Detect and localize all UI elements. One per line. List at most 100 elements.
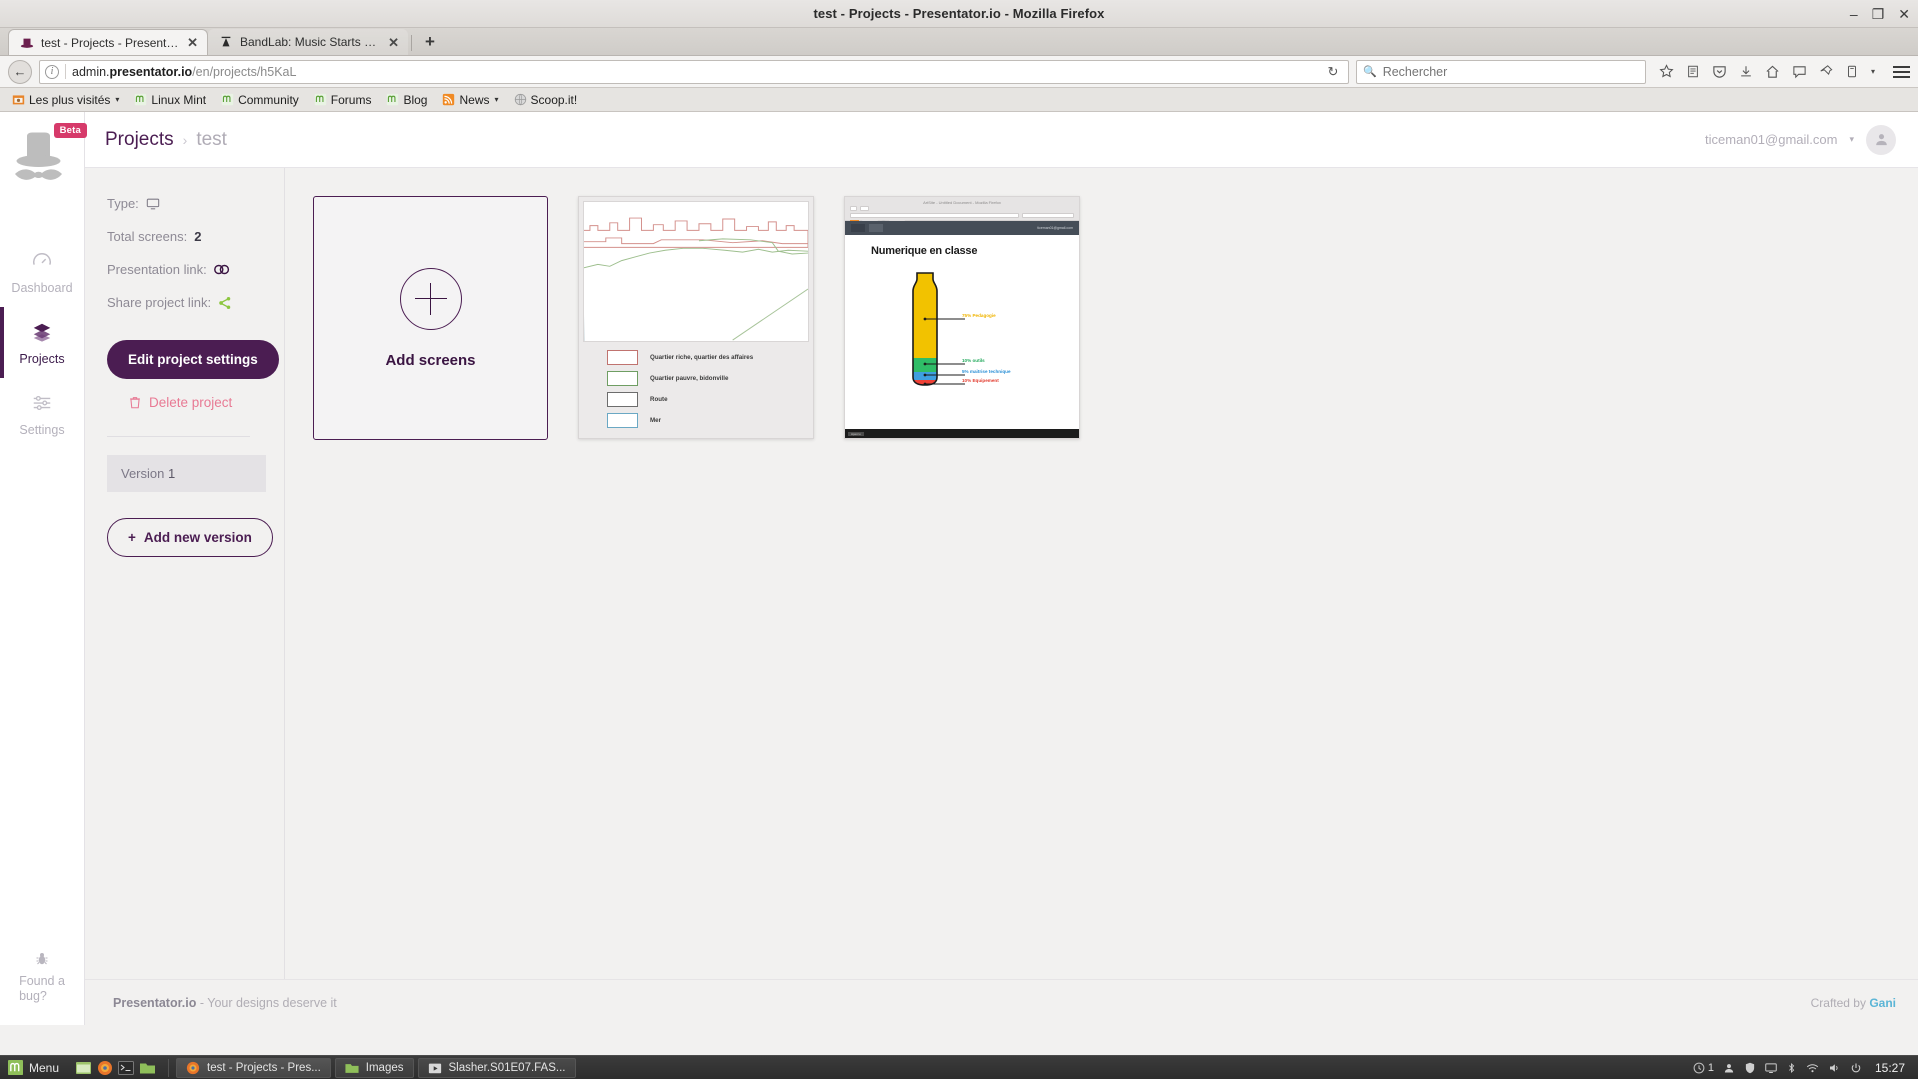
reload-icon[interactable]: ↻: [1323, 64, 1343, 80]
screen-thumbnail-map[interactable]: Quartier riche, quartier des affaires Qu…: [578, 196, 814, 439]
files-icon[interactable]: [139, 1060, 156, 1076]
user-icon[interactable]: [1723, 1062, 1735, 1074]
sidebar-item-settings[interactable]: Settings: [0, 378, 84, 449]
add-new-version-label: Add new version: [143, 530, 252, 545]
footer-credit-prefix: Crafted by: [1810, 995, 1866, 1010]
bookmark-most-visited[interactable]: Les plus visités ▾: [6, 91, 125, 109]
thumb-searchbar: [1022, 213, 1074, 218]
edit-project-settings-button[interactable]: Edit project settings: [107, 340, 279, 379]
legend-label: Mer: [650, 417, 662, 424]
breadcrumb-separator: ›: [182, 131, 188, 148]
screen-thumbnail-bottle[interactable]: ArtSite - Untitled Document - Mozilla Fi…: [844, 196, 1080, 439]
type-label: Type:: [107, 196, 139, 211]
breadcrumb-projects[interactable]: Projects: [105, 129, 174, 151]
bookmark-linux-mint[interactable]: Linux Mint: [128, 91, 212, 109]
download-icon[interactable]: [1739, 64, 1753, 79]
presentator-logo[interactable]: Beta: [9, 123, 87, 188]
bottle-infographic: 75% Pedagogie 10% outils 5% maitrise tec…: [845, 263, 1079, 391]
system-taskbar: Menu test - Projects - Pres... Images Sl…: [0, 1055, 1918, 1079]
display-icon[interactable]: [1765, 1062, 1777, 1074]
network-icon[interactable]: [1806, 1062, 1819, 1074]
user-email[interactable]: ticeman01@gmail.com: [1705, 132, 1837, 147]
console-icon[interactable]: [118, 1060, 135, 1076]
bookmark-scoopit[interactable]: Scoop.it!: [508, 91, 584, 109]
start-menu-button[interactable]: Menu: [5, 1060, 66, 1075]
close-button[interactable]: ✕: [1898, 7, 1910, 21]
chat-icon[interactable]: [1792, 64, 1807, 79]
legend-item: Quartier pauvre, bidonville: [607, 371, 809, 386]
bookmark-news[interactable]: News ▾: [436, 91, 504, 109]
tray-updates[interactable]: 1: [1693, 1062, 1714, 1074]
delete-project-button[interactable]: Delete project: [107, 395, 284, 410]
thumb-tab: [850, 206, 857, 211]
taskbar-clock[interactable]: 15:27: [1871, 1061, 1905, 1075]
chevron-down-icon: ▾: [115, 95, 120, 104]
search-bar[interactable]: 🔍: [1355, 59, 1646, 84]
maximize-button[interactable]: ❐: [1872, 7, 1885, 21]
chain-link-icon[interactable]: [213, 263, 230, 276]
tab-1[interactable]: BandLab: Music Starts H... ✕: [208, 29, 408, 55]
search-input[interactable]: [1382, 64, 1639, 79]
chevron-down-icon[interactable]: ▾: [1871, 67, 1875, 76]
beta-badge: Beta: [53, 123, 87, 138]
bookmark-label: Forums: [330, 92, 372, 107]
app-sidebar: Beta Dashboard Projects Settings Found a…: [0, 112, 87, 1025]
app-footer: Presentator.io - Your designs deserve it…: [85, 979, 1918, 1025]
desktop-monitor-icon: [146, 198, 160, 209]
sync-icon[interactable]: [1845, 64, 1859, 79]
back-button-icon[interactable]: ←: [8, 59, 32, 84]
version-item[interactable]: Version 1: [107, 455, 266, 492]
url-divider: [65, 64, 66, 79]
volume-icon[interactable]: [1828, 1062, 1841, 1074]
taskbar-task-images[interactable]: Images: [334, 1057, 414, 1078]
footer-credit: Crafted by Gani: [1811, 996, 1896, 1010]
terminal-icon[interactable]: [75, 1060, 92, 1076]
share-icon[interactable]: [218, 296, 232, 310]
sidebar-item-dashboard[interactable]: Dashboard: [0, 236, 84, 307]
add-screens-card[interactable]: Add screens: [313, 196, 548, 440]
url-prefix: admin.: [72, 64, 110, 79]
add-screens-label: Add screens: [385, 351, 476, 369]
minimize-button[interactable]: –: [1850, 7, 1858, 21]
thumb-nav-item: [851, 224, 865, 232]
tab-close-icon[interactable]: ✕: [187, 36, 198, 49]
avatar[interactable]: [1866, 124, 1896, 155]
pocket-icon[interactable]: [1712, 64, 1727, 79]
firefox-icon[interactable]: [97, 1060, 113, 1076]
reader-icon[interactable]: [1686, 64, 1700, 79]
power-icon[interactable]: [1850, 1062, 1862, 1074]
tab-0[interactable]: test - Projects - Presentat... ✕: [8, 29, 208, 55]
annotation-pedagogie: 75% Pedagogie: [962, 313, 996, 318]
screens-grid: Add screens Quartier riche, quartier des…: [285, 168, 1918, 979]
thumb-app-navbar: ticeman01@gmail.com: [845, 221, 1079, 235]
map-legend: Quartier riche, quartier des affaires Qu…: [583, 342, 809, 434]
taskbar-divider: [168, 1058, 170, 1077]
taskbar-task-video[interactable]: Slasher.S01E07.FAS...: [417, 1057, 576, 1078]
panel-divider: [107, 436, 250, 437]
taskbar-task-firefox[interactable]: test - Projects - Pres...: [176, 1057, 331, 1078]
chevron-down-icon[interactable]: ▾: [1849, 134, 1854, 145]
found-a-bug-link[interactable]: Found a bug?: [0, 951, 84, 1003]
shield-icon[interactable]: [1744, 1062, 1756, 1074]
bookmark-community[interactable]: Community: [215, 91, 305, 109]
bookmark-label: Les plus visités: [29, 92, 111, 107]
add-new-version-button[interactable]: + Add new version: [107, 518, 273, 557]
bluetooth-icon[interactable]: [1786, 1062, 1797, 1074]
legend-item: Mer: [607, 413, 809, 428]
sidebar-item-projects[interactable]: Projects: [0, 307, 84, 378]
star-icon[interactable]: [1659, 64, 1674, 79]
system-tray: 1 15:27: [1693, 1061, 1913, 1075]
footer-tagline: - Your designs deserve it: [199, 995, 337, 1010]
tab-close-icon[interactable]: ✕: [388, 36, 399, 49]
new-tab-button[interactable]: +: [415, 32, 445, 55]
bookmark-blog[interactable]: Blog: [380, 91, 433, 109]
url-bar[interactable]: i admin.presentator.io/en/projects/h5KaL…: [39, 59, 1349, 84]
url-path: /en/projects/h5KaL: [192, 64, 297, 79]
home-icon[interactable]: [1765, 64, 1780, 79]
pin-icon[interactable]: [1819, 64, 1833, 79]
site-info-icon[interactable]: i: [45, 64, 59, 79]
bookmark-forums[interactable]: Forums: [308, 91, 378, 109]
app-content: Projects › test ticeman01@gmail.com ▾ Ty…: [85, 112, 1918, 1025]
hamburger-menu-icon[interactable]: [1887, 65, 1910, 78]
version-label: Version: [121, 466, 165, 481]
